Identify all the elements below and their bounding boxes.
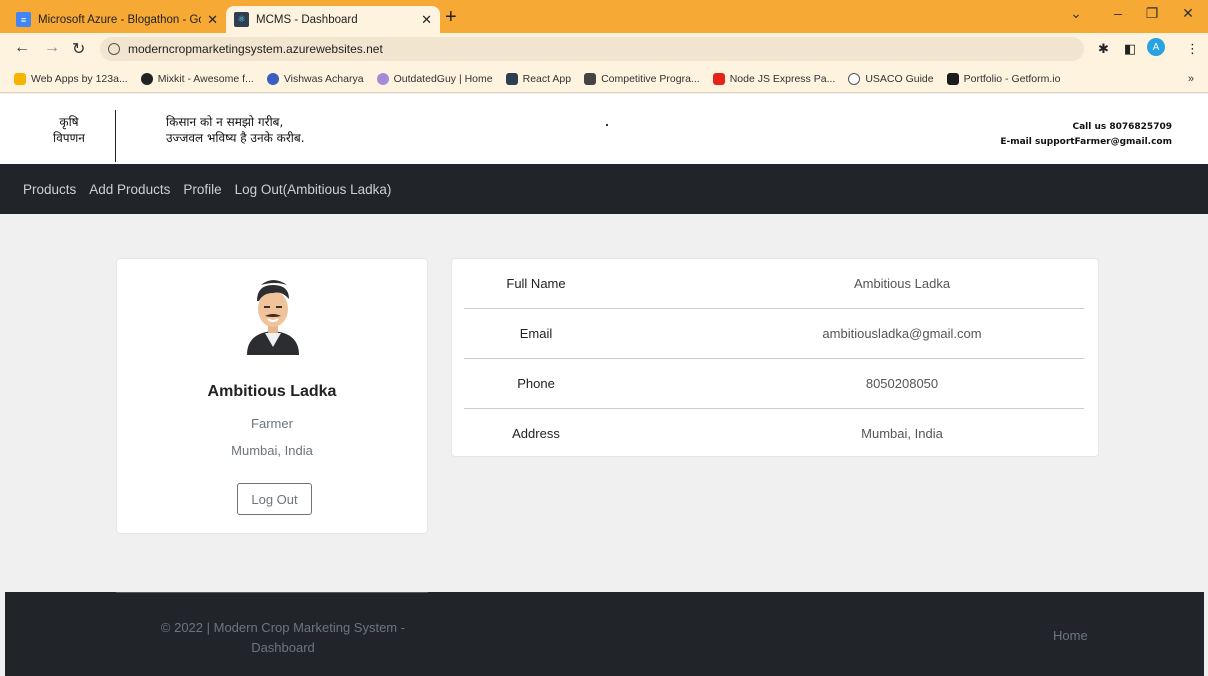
detail-value: Ambitious Ladka [853, 276, 951, 291]
back-icon[interactable]: ← [14, 39, 30, 57]
extensions-icon[interactable]: ✱ [1098, 41, 1109, 57]
copyright-line: Dashboard [251, 640, 315, 655]
detail-row-full-name: Full Name Ambitious Ladka [452, 259, 1098, 309]
bookmark-item[interactable]: Mixkit - Awesome f... [140, 72, 254, 85]
more-bookmarks-icon[interactable]: » [1188, 73, 1194, 85]
detail-value: 8050208050 [865, 376, 939, 391]
slogan-line: उज्जवल भविष्य है उनके करीब. [166, 131, 305, 145]
bookmark-item[interactable]: Vishwas Acharya [266, 72, 364, 85]
react-icon: ⚛ [234, 12, 249, 27]
browser-tab-bar: ≡ Microsoft Azure - Blogathon - Go ✕ ⚛ M… [0, 0, 1208, 33]
bookmarks-bar: Web Apps by 123a... Mixkit - Awesome f..… [0, 65, 1208, 93]
slogan-line: किसान को न समझो गरीब, [166, 115, 284, 129]
youtube-icon [712, 72, 725, 85]
bookmark-item[interactable]: USACO Guide [848, 72, 934, 85]
forward-icon[interactable]: → [44, 39, 60, 57]
divider [115, 110, 116, 162]
reload-icon[interactable]: ↻ [72, 39, 85, 59]
site-header: कृषि विपणन किसान को न समझो गरीब, उज्जवल … [0, 94, 1208, 164]
copyright-text: © 2022 | Modern Crop Marketing System - … [133, 618, 433, 658]
profile-card: Ambitious Ladka Farmer Mumbai, India Log… [116, 258, 428, 534]
bookmark-item[interactable]: Node JS Express Pa... [712, 72, 835, 85]
profile-role: Farmer [251, 416, 293, 431]
detail-row-email: Email ambitiousladka@gmail.com [452, 309, 1098, 359]
tab-search-icon[interactable]: ⌄ [1064, 5, 1088, 22]
main-navbar: Products Add Products Profile Log Out(Am… [0, 164, 1208, 214]
bookmark-icon [14, 72, 26, 85]
divider [116, 592, 428, 593]
profile-location: Mumbai, India [231, 443, 313, 458]
menu-icon[interactable]: ⋮ [1186, 41, 1199, 57]
bookmark-icon [946, 72, 959, 85]
bookmark-icon [505, 72, 518, 85]
logout-button[interactable]: Log Out [237, 483, 312, 515]
slogan: किसान को न समझो गरीब, उज्जवल भविष्य है उ… [166, 114, 305, 146]
brand-logo[interactable]: कृषि विपणन [26, 114, 112, 146]
site-info-icon[interactable] [108, 43, 120, 55]
detail-value: ambitiousladka@gmail.com [822, 326, 982, 341]
user-avatar [247, 280, 299, 355]
user-details-card: Full Name Ambitious Ladka Email ambitiou… [451, 258, 1099, 457]
site-footer: © 2022 | Modern Crop Marketing System - … [5, 592, 1204, 676]
new-tab-icon[interactable]: + [445, 7, 457, 27]
docs-icon: ≡ [16, 12, 31, 27]
detail-label: Email [519, 326, 553, 341]
nav-add-products[interactable]: Add Products [89, 182, 170, 197]
restore-icon[interactable]: ❐ [1140, 5, 1164, 22]
browser-tab-blogathon[interactable]: ≡ Microsoft Azure - Blogathon - Go ✕ [8, 6, 226, 33]
url-text: moderncropmarketingsystem.azurewebsites.… [128, 42, 383, 56]
bookmark-item[interactable]: OutdatedGuy | Home [376, 72, 493, 85]
bookmark-icon [266, 72, 279, 85]
copyright-line: © 2022 | Modern Crop Marketing System - [160, 620, 406, 635]
bookmark-item[interactable]: Portfolio - Getform.io [946, 72, 1060, 85]
brand-line: विपणन [53, 131, 85, 145]
bookmark-icon [140, 72, 153, 85]
browser-tab-dashboard[interactable]: ⚛ MCMS - Dashboard ✕ [226, 6, 440, 33]
contact-email: E-mail supportFarmer@gmail.com [1000, 137, 1172, 147]
divider [606, 124, 608, 126]
bookmark-icon [848, 72, 861, 85]
close-tab-icon[interactable]: ✕ [207, 12, 218, 28]
nav-products[interactable]: Products [23, 182, 76, 197]
nav-logout[interactable]: Log Out(Ambitious Ladka) [235, 182, 392, 197]
detail-label: Full Name [506, 276, 566, 291]
bookmark-icon [376, 72, 389, 85]
close-tab-icon[interactable]: ✕ [421, 12, 432, 28]
bookmark-item[interactable]: React App [505, 72, 571, 85]
profile-avatar-icon[interactable]: A [1147, 38, 1165, 56]
tab-title: Microsoft Azure - Blogathon - Go [38, 13, 202, 26]
detail-row-phone: Phone 8050208050 [452, 359, 1098, 409]
contact-info: Call us 8076825709 E-mail supportFarmer@… [1000, 120, 1172, 150]
bookmark-item[interactable]: Competitive Progra... [584, 72, 700, 85]
close-window-icon[interactable]: ✕ [1176, 5, 1200, 22]
detail-value: Mumbai, India [861, 426, 943, 441]
nav-profile[interactable]: Profile [183, 182, 221, 197]
bookmark-item[interactable]: Web Apps by 123a... [14, 72, 128, 85]
side-panel-icon[interactable]: ◧ [1124, 41, 1136, 57]
detail-row-address: Address Mumbai, India [452, 409, 1098, 459]
detail-label: Address [512, 426, 560, 441]
footer-home-link[interactable]: Home [1053, 628, 1088, 643]
brand-line: कृषि [59, 115, 79, 129]
bookmark-icon [584, 72, 597, 85]
tab-title: MCMS - Dashboard [256, 13, 358, 26]
minimize-icon[interactable]: – [1106, 5, 1130, 21]
profile-name: Ambitious Ladka [207, 383, 337, 400]
address-bar[interactable]: moderncropmarketingsystem.azurewebsites.… [100, 37, 1084, 61]
contact-phone: Call us 8076825709 [1072, 122, 1172, 132]
browser-toolbar: ← → ↻ moderncropmarketingsystem.azureweb… [0, 33, 1208, 65]
detail-label: Phone [517, 376, 555, 391]
